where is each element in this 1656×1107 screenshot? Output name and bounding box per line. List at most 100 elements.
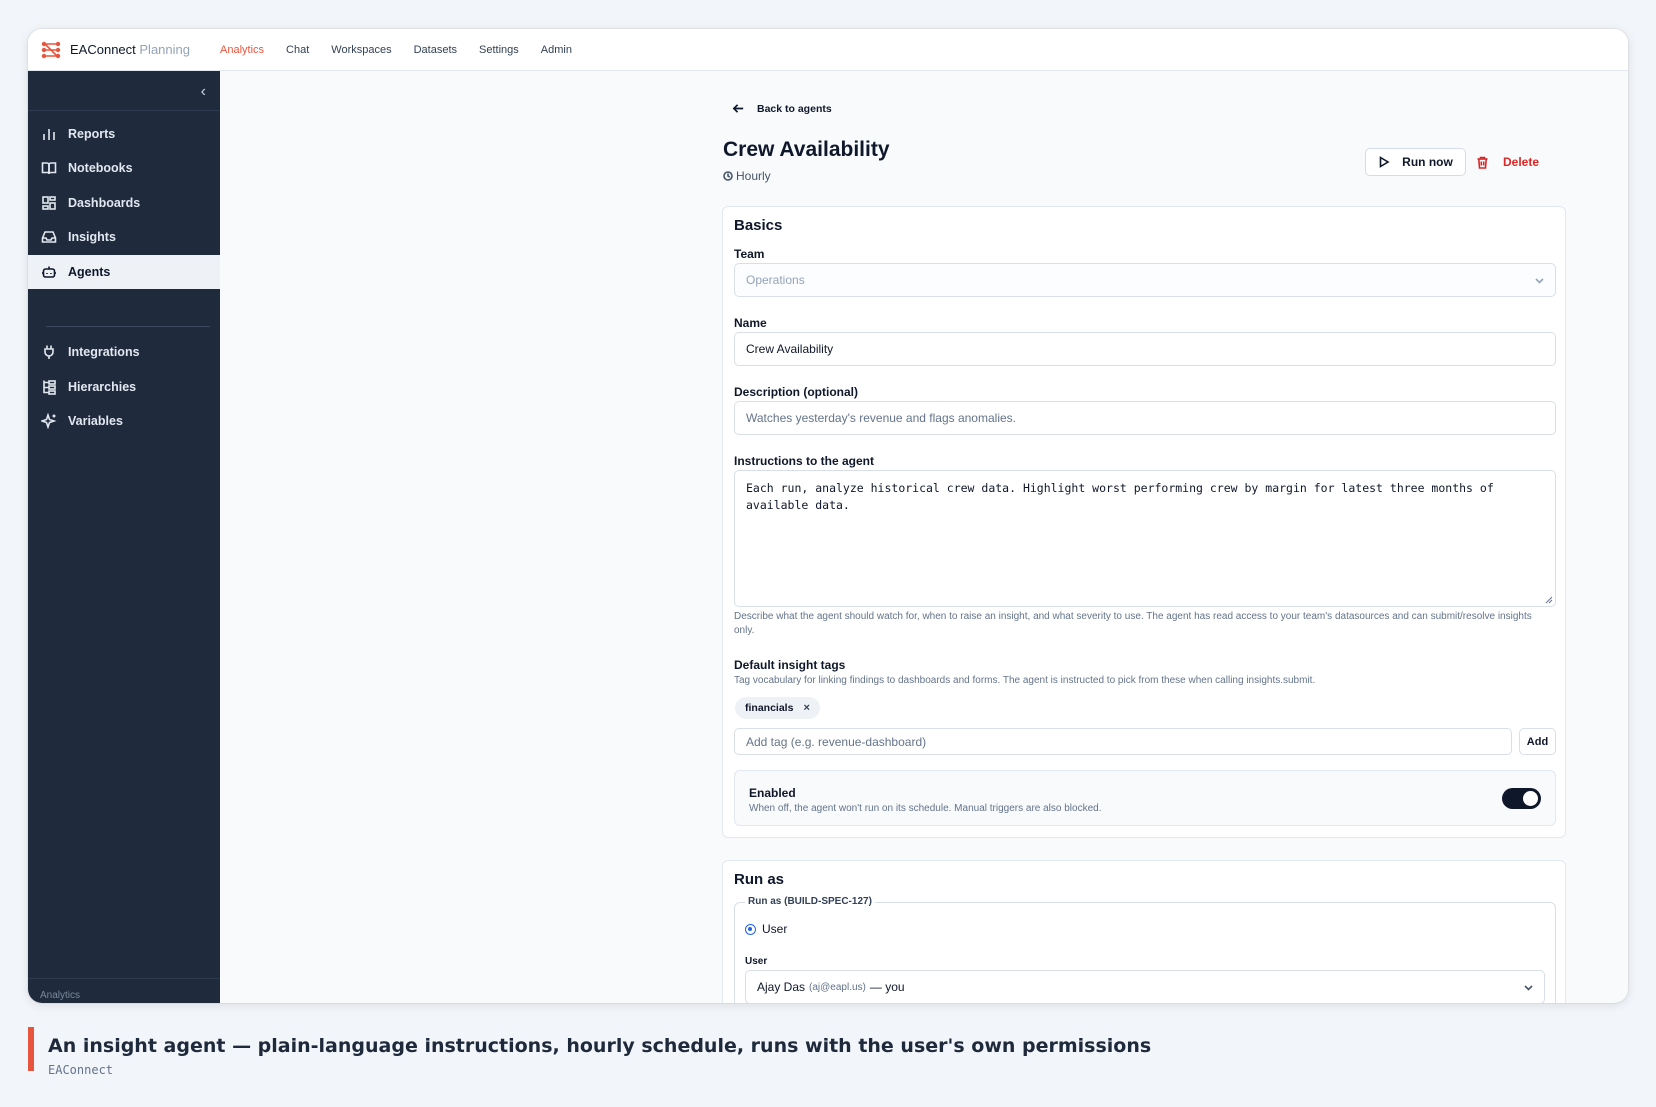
user-name: Ajay Das bbox=[757, 980, 806, 994]
team-label: Team bbox=[734, 247, 765, 261]
tree-icon bbox=[41, 379, 57, 395]
tags-label: Default insight tags bbox=[734, 658, 846, 672]
sidebar-item-label: Variables bbox=[68, 414, 123, 428]
chevron-down-icon bbox=[1524, 985, 1533, 991]
back-link-label: Back to agents bbox=[757, 102, 832, 115]
radio-user[interactable]: User bbox=[745, 922, 787, 936]
page-title: Crew Availability bbox=[723, 138, 890, 161]
caption-source: EAConnect bbox=[48, 1063, 114, 1077]
top-nav: Analytics Chat Workspaces Datasets Setti… bbox=[220, 44, 572, 56]
sidebar-item-reports[interactable]: Reports bbox=[28, 117, 220, 151]
user-suffix: — you bbox=[869, 980, 905, 994]
name-field-value: Crew Availability bbox=[746, 342, 834, 356]
top-nav-datasets[interactable]: Datasets bbox=[414, 44, 457, 56]
app-window: EAConnect Planning Analytics Chat Worksp… bbox=[28, 29, 1628, 1003]
sidebar-divider bbox=[28, 110, 220, 111]
description-field[interactable]: Watches yesterday's revenue and flags an… bbox=[734, 401, 1556, 435]
sidebar-divider bbox=[46, 326, 210, 327]
run-as-card: Run as Run as (BUILD-SPEC-127) User User… bbox=[722, 860, 1566, 1003]
inbox-icon bbox=[41, 229, 57, 245]
enabled-title: Enabled bbox=[749, 786, 796, 800]
sidebar-item-label: Integrations bbox=[68, 345, 140, 359]
toggle-knob bbox=[1523, 791, 1538, 806]
sidebar-item-label: Reports bbox=[68, 127, 116, 141]
schedule-label: Hourly bbox=[723, 169, 771, 183]
sidebar-item-hierarchies[interactable]: Hierarchies bbox=[28, 370, 220, 404]
top-nav-analytics[interactable]: Analytics bbox=[220, 44, 264, 56]
tag-chip: financials × bbox=[735, 697, 820, 719]
add-tag-placeholder: Add tag (e.g. revenue-dashboard) bbox=[746, 734, 927, 749]
enabled-description: When off, the agent won't run on its sch… bbox=[749, 803, 1102, 814]
delete-button[interactable]: Delete bbox=[1476, 148, 1539, 176]
sidebar-item-dashboards[interactable]: Dashboards bbox=[28, 186, 220, 220]
sidebar-footer: Analytics bbox=[40, 990, 81, 1001]
plug-icon bbox=[41, 344, 57, 360]
tags-help: Tag vocabulary for linking findings to d… bbox=[734, 675, 1316, 686]
top-nav-workspaces[interactable]: Workspaces bbox=[331, 44, 391, 56]
sidebar-divider bbox=[28, 978, 220, 979]
sidebar-item-label: Insights bbox=[68, 230, 116, 244]
instructions-text: Each run, analyze historical crew data. … bbox=[746, 481, 1494, 512]
user-select[interactable]: Ajay Das (aj@eapl.us) — you bbox=[745, 970, 1545, 1003]
name-field[interactable]: Crew Availability bbox=[734, 332, 1556, 366]
sidebar-item-label: Dashboards bbox=[68, 196, 141, 210]
sidebar-item-variables[interactable]: Variables bbox=[28, 404, 220, 438]
sidebar-item-label: Agents bbox=[68, 265, 111, 279]
caption-accent-bar bbox=[28, 1027, 34, 1071]
resize-grip-icon[interactable] bbox=[1545, 596, 1553, 604]
enabled-toggle[interactable] bbox=[1502, 788, 1541, 809]
description-label: Description (optional) bbox=[734, 385, 858, 399]
user-email: (aj@eapl.us) bbox=[809, 981, 866, 993]
description-placeholder: Watches yesterday's revenue and flags an… bbox=[746, 411, 1016, 425]
add-tag-input[interactable]: Add tag (e.g. revenue-dashboard) bbox=[734, 728, 1512, 755]
chevron-down-icon bbox=[1535, 278, 1544, 284]
trash-icon bbox=[1477, 156, 1488, 169]
clock-icon bbox=[723, 171, 733, 181]
sidebar-item-label: Notebooks bbox=[68, 161, 133, 175]
close-icon[interactable]: × bbox=[803, 702, 809, 714]
top-nav-settings[interactable]: Settings bbox=[479, 44, 519, 56]
caption-title: An insight agent — plain-language instru… bbox=[48, 1035, 1152, 1057]
basics-heading: Basics bbox=[734, 217, 783, 234]
back-link[interactable]: Back to agents bbox=[732, 102, 832, 115]
radio-user-label: User bbox=[762, 922, 788, 936]
brand-name[interactable]: EAConnect Planning bbox=[70, 42, 190, 57]
basics-card: Basics Team Operations Name Crew Availab… bbox=[722, 206, 1566, 838]
instructions-help: Describe what the agent should watch for… bbox=[734, 611, 1532, 636]
top-nav-chat[interactable]: Chat bbox=[286, 44, 309, 56]
chevron-left-icon[interactable]: ‹ bbox=[201, 83, 206, 101]
sparkles-icon bbox=[41, 413, 57, 429]
main-content: Back to agents Crew Availability Hourly … bbox=[220, 71, 1628, 1003]
instructions-label: Instructions to the agent bbox=[734, 454, 875, 468]
arrow-left-icon bbox=[732, 104, 744, 113]
tag-chip-label: financials bbox=[745, 702, 794, 714]
schedule-text: Hourly bbox=[736, 169, 771, 183]
book-open-icon bbox=[41, 160, 57, 176]
team-select-value: Operations bbox=[746, 273, 805, 287]
sidebar-item-integrations[interactable]: Integrations bbox=[28, 335, 220, 369]
run-now-button[interactable]: Run now bbox=[1365, 148, 1466, 176]
run-as-fieldset: Run as (BUILD-SPEC-127) User User Ajay D… bbox=[734, 896, 1556, 1003]
add-tag-button[interactable]: Add bbox=[1519, 728, 1556, 755]
name-label: Name bbox=[734, 316, 767, 330]
team-select[interactable]: Operations bbox=[734, 263, 1556, 297]
eaconnect-logo-icon bbox=[41, 41, 61, 58]
run-as-legend: Run as (BUILD-SPEC-127) bbox=[745, 896, 875, 907]
delete-label: Delete bbox=[1503, 155, 1540, 169]
layout-dashboard-icon bbox=[41, 195, 57, 211]
run-now-label: Run now bbox=[1402, 155, 1453, 169]
sidebar-item-notebooks[interactable]: Notebooks bbox=[28, 151, 220, 185]
bot-icon bbox=[41, 264, 57, 280]
sidebar: ‹ Reports Notebooks Dashboards Insights … bbox=[28, 71, 220, 1003]
enabled-panel: Enabled When off, the agent won't run on… bbox=[734, 770, 1556, 826]
play-icon bbox=[1379, 156, 1390, 168]
radio-selected-icon[interactable] bbox=[745, 923, 756, 935]
sidebar-item-label: Hierarchies bbox=[68, 380, 137, 394]
sidebar-item-insights[interactable]: Insights bbox=[28, 220, 220, 254]
user-label: User bbox=[745, 956, 768, 967]
top-bar: EAConnect Planning Analytics Chat Worksp… bbox=[28, 29, 1628, 71]
bar-chart-icon bbox=[41, 126, 57, 142]
top-nav-admin[interactable]: Admin bbox=[541, 44, 572, 56]
instructions-textarea[interactable]: Each run, analyze historical crew data. … bbox=[734, 470, 1556, 607]
sidebar-item-agents[interactable]: Agents bbox=[28, 255, 220, 289]
